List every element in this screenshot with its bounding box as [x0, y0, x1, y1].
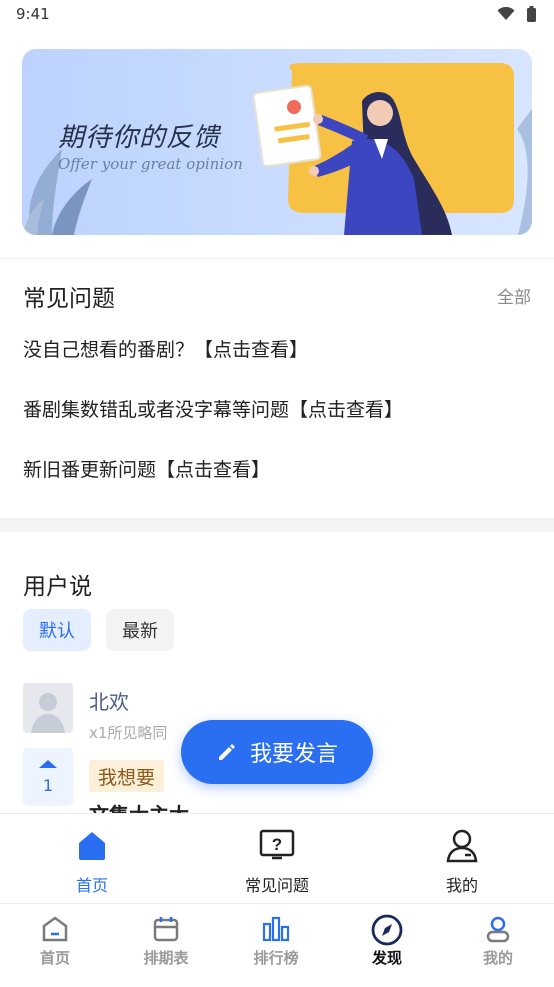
status-time: 9:41 — [16, 5, 50, 23]
tab-schedule-label: 排期表 — [143, 949, 189, 967]
upvote-arrow-icon — [39, 760, 57, 768]
section-divider — [0, 258, 554, 259]
status-bar: 9:41 — [0, 0, 554, 30]
tab-faq[interactable]: ? 常见问题 — [185, 814, 369, 904]
post-tag: 我想要 — [89, 760, 165, 792]
tab-schedule[interactable]: 排期表 — [111, 904, 221, 987]
profile-icon — [486, 916, 510, 943]
wifi-icon — [497, 7, 515, 20]
avatar[interactable] — [23, 683, 73, 733]
upvote-count: 1 — [42, 776, 54, 795]
filter-default-chip[interactable]: 默认 — [23, 609, 91, 651]
users-heading: 用户说 — [23, 574, 92, 600]
section-gap — [0, 518, 554, 532]
fab-label: 我要发言 — [249, 742, 338, 767]
tab-main-home[interactable]: 首页 — [0, 904, 110, 987]
tab-mine[interactable]: 我的 — [370, 814, 554, 904]
tab-mine-label: 我的 — [445, 876, 478, 895]
calendar-icon — [153, 917, 179, 942]
home-icon — [79, 832, 105, 860]
bar-chart-icon — [262, 916, 290, 942]
question-icon: ? — [259, 829, 295, 860]
main-tab-bar: 首页 排期表 排行榜 发现 我的 — [0, 903, 554, 987]
tab-ranking-label: 排行榜 — [253, 949, 299, 967]
tab-main-home-label: 首页 — [39, 949, 70, 967]
compass-icon — [371, 914, 403, 946]
filter-latest-chip[interactable]: 最新 — [106, 609, 174, 651]
tab-discover[interactable]: 发现 — [332, 904, 442, 987]
faq-heading: 常见问题 — [23, 286, 115, 312]
tab-discover-label: 发现 — [371, 949, 402, 967]
faq-all-link[interactable]: 全部 — [497, 283, 531, 308]
faq-item[interactable]: 没自己想看的番剧？【点击查看】 — [23, 335, 308, 362]
svg-text:?: ? — [272, 835, 282, 854]
avatar-placeholder-icon — [31, 693, 65, 733]
tab-ranking[interactable]: 排行榜 — [221, 904, 331, 987]
post-meta: x1所见略同 — [89, 724, 168, 742]
tab-faq-label: 常见问题 — [244, 876, 309, 895]
inner-tab-bar: 首页 ? 常见问题 我的 — [0, 813, 554, 904]
post-username[interactable]: 北欢 — [89, 686, 129, 715]
post-comment-fab[interactable]: 我要发言 — [181, 720, 373, 784]
tab-home[interactable]: 首页 — [0, 814, 184, 904]
faq-item[interactable]: 新旧番更新问题【点击查看】 — [23, 455, 270, 482]
battery-icon — [527, 6, 536, 22]
home-outline-icon — [42, 916, 68, 942]
upvote-button[interactable]: 1 — [23, 748, 73, 806]
user-icon — [446, 829, 478, 863]
banner-subtitle: Offer your great opinion — [58, 155, 243, 173]
tab-profile-label: 我的 — [482, 949, 513, 967]
pencil-icon — [218, 744, 235, 760]
tab-home-label: 首页 — [75, 876, 108, 895]
faq-item[interactable]: 番剧集数错乱或者没字幕等问题【点击查看】 — [23, 395, 403, 422]
status-icons — [497, 6, 536, 22]
tab-profile[interactable]: 我的 — [443, 904, 553, 987]
banner-title: 期待你的反馈 — [58, 123, 221, 153]
feedback-banner[interactable]: 期待你的反馈 Offer your great opinion — [22, 49, 532, 235]
